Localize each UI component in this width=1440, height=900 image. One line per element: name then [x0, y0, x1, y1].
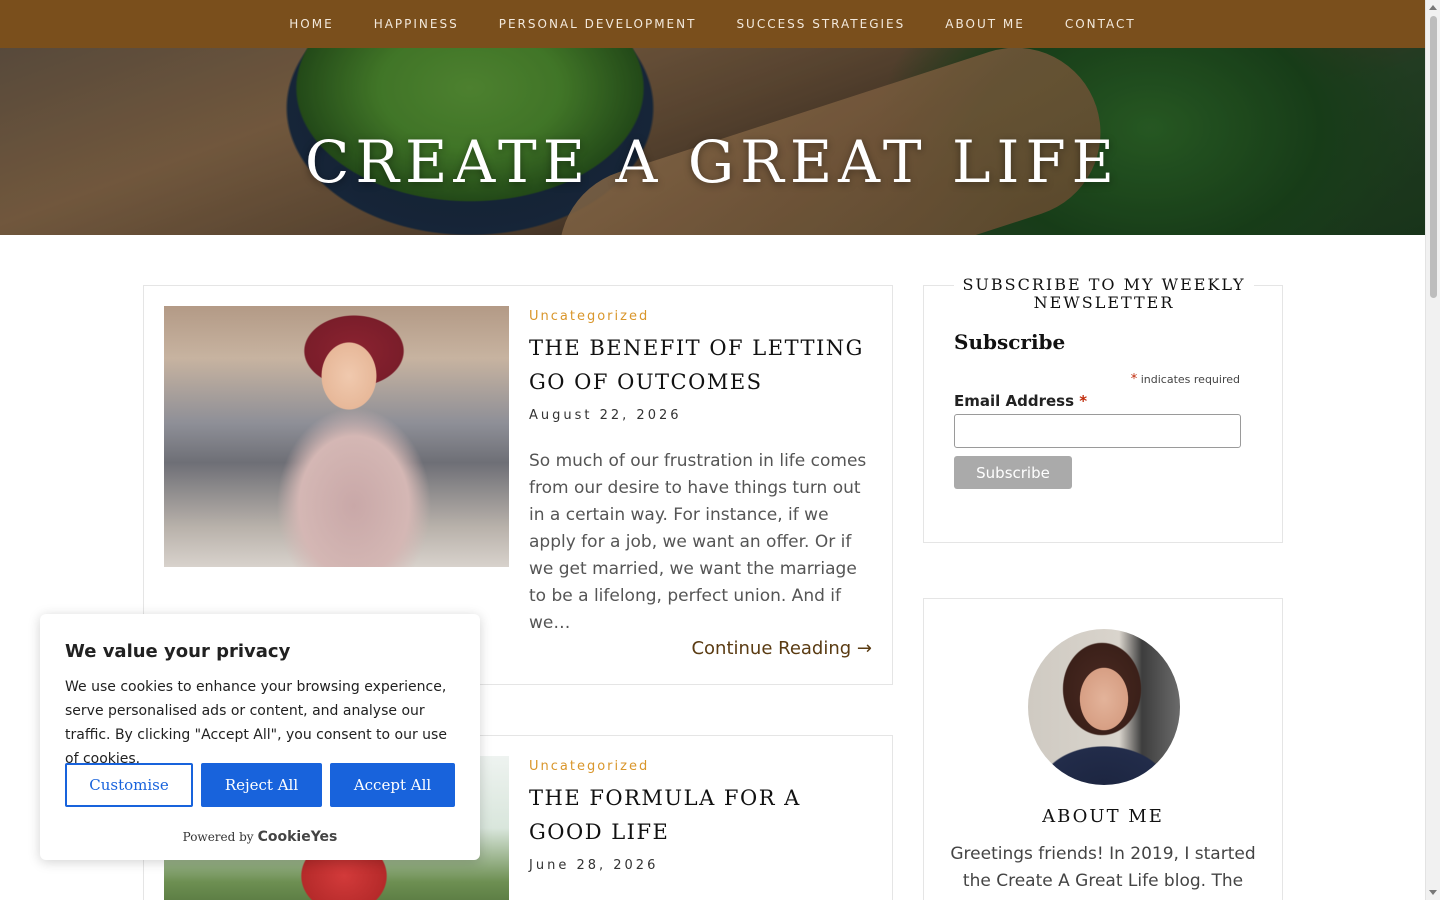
page-scrollbar[interactable] — [1425, 0, 1440, 900]
hero-banner: CREATE A GREAT LIFE — [0, 48, 1425, 235]
nav-happiness[interactable]: HAPPINESS — [354, 17, 479, 31]
post-category[interactable]: Uncategorized — [529, 759, 649, 774]
cookie-text: We use cookies to enhance your browsing … — [65, 679, 447, 767]
site-title[interactable]: CREATE A GREAT LIFE — [0, 128, 1425, 196]
continue-reading-link[interactable]: Continue Reading → — [691, 638, 872, 659]
customise-button[interactable]: Customise — [65, 763, 193, 807]
post-thumbnail[interactable] — [164, 306, 509, 567]
scroll-up-icon[interactable] — [1429, 5, 1437, 10]
reject-all-button[interactable]: Reject All — [201, 763, 322, 807]
nav-about-me[interactable]: ABOUT ME — [925, 17, 1045, 31]
post-category[interactable]: Uncategorized — [529, 309, 649, 324]
post-title[interactable]: THE BENEFIT OF LETTING GO OF OUTCOMES — [529, 331, 874, 399]
cookieyes-logo[interactable]: CookieYes — [258, 829, 338, 845]
scroll-down-icon[interactable] — [1429, 890, 1437, 895]
scrollbar-thumb[interactable] — [1430, 16, 1437, 298]
subscribe-button[interactable]: Subscribe — [954, 456, 1072, 489]
required-note: * indicates required — [1130, 372, 1240, 387]
nav-personal-development[interactable]: PERSONAL DEVELOPMENT — [479, 17, 717, 31]
newsletter-widget: SUBSCRIBE TO MY WEEKLY NEWSLETTER Subscr… — [923, 276, 1283, 543]
cookie-consent-banner: We value your privacy We use cookies to … — [40, 614, 480, 860]
about-title: ABOUT ME — [1042, 806, 1164, 827]
nav-success-strategies[interactable]: SUCCESS STRATEGIES — [716, 17, 925, 31]
email-field[interactable] — [954, 414, 1241, 448]
accept-all-button[interactable]: Accept All — [330, 763, 455, 807]
powered-by: Powered by CookieYes — [182, 829, 338, 845]
required-asterisk: * — [1130, 372, 1138, 387]
email-label: Email Address * — [954, 392, 1088, 410]
author-avatar — [1028, 629, 1180, 785]
post-date: June 28, 2026 — [529, 858, 659, 873]
about-text: Greetings friends! In 2019, I started th… — [950, 844, 1256, 891]
post-excerpt: So much of our frustration in life comes… — [529, 451, 867, 633]
post-date: August 22, 2026 — [529, 408, 682, 423]
widget-title: SUBSCRIBE TO MY WEEKLY NEWSLETTER — [954, 276, 1254, 312]
cookie-title: We value your privacy — [65, 641, 291, 662]
about-widget: ABOUT ME Greetings friends! In 2019, I s… — [923, 598, 1283, 900]
nav-home[interactable]: HOME — [269, 17, 353, 31]
post-title[interactable]: THE FORMULA FOR A GOOD LIFE — [529, 781, 874, 849]
main-nav: HOME HAPPINESS PERSONAL DEVELOPMENT SUCC… — [0, 0, 1425, 48]
subscribe-heading: Subscribe — [954, 330, 1066, 354]
nav-contact[interactable]: CONTACT — [1045, 17, 1156, 31]
